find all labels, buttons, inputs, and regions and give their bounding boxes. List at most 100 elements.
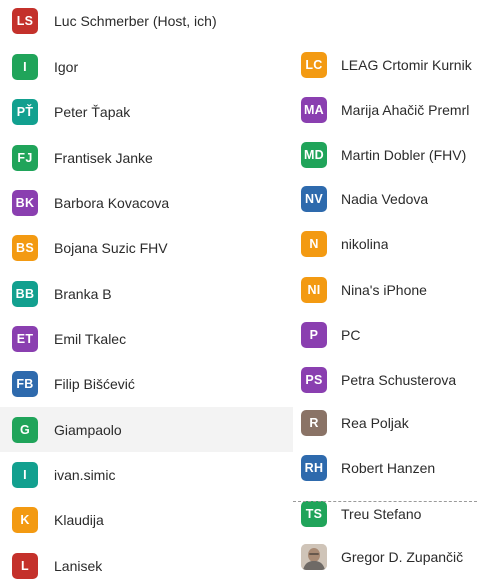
participant-name: Luc Schmerber (Host, ich) bbox=[54, 12, 217, 29]
avatar-initials-text: BS bbox=[16, 240, 34, 255]
avatar-initials-text: NV bbox=[305, 191, 323, 206]
participant-name: Lanisek bbox=[54, 557, 103, 574]
participant-row-branka-b[interactable]: BB Branka B bbox=[0, 271, 293, 316]
avatar-initials-text: ET bbox=[16, 331, 34, 346]
list-divider bbox=[293, 501, 477, 502]
avatar-initials: BS bbox=[12, 234, 38, 261]
avatar-initials-text: MD bbox=[303, 147, 325, 162]
participant-row-nina-s-iphone[interactable]: NI Nina's iPhone bbox=[293, 267, 477, 312]
participant-row-petra-schusterova[interactable]: PS Petra Schusterova bbox=[293, 357, 477, 402]
participant-row-rea-poljak[interactable]: R Rea Poljak bbox=[293, 400, 477, 445]
participant-row-leag-crtomir-kurnik[interactable]: LC LEAG Crtomir Kurnik bbox=[293, 42, 477, 87]
participant-row-ivan-simic[interactable]: Iivan.simic bbox=[0, 452, 293, 497]
avatar-initials-text: FJ bbox=[17, 150, 33, 165]
participant-name: Filip Bišćević bbox=[54, 375, 135, 392]
participant-name: Nina's iPhone bbox=[341, 281, 427, 298]
participant-name: Branka B bbox=[54, 285, 112, 302]
person-photo-icon bbox=[301, 543, 327, 570]
avatar-initials: P bbox=[301, 321, 327, 348]
participant-name: ivan.simic bbox=[54, 466, 116, 483]
participant-name: Marija Ahačič Premrl bbox=[341, 101, 470, 118]
avatar-initials-text: LS bbox=[16, 13, 34, 28]
avatar-initials: BK bbox=[12, 189, 38, 216]
participant-row-martin-dobler-fhv[interactable]: MD Martin Dobler (FHV) bbox=[293, 132, 477, 177]
avatar-initials-text: TS bbox=[305, 506, 323, 521]
participant-name: Nadia Vedova bbox=[341, 190, 429, 207]
avatar-initials: NI bbox=[301, 276, 327, 303]
avatar-initials: LS bbox=[12, 7, 38, 34]
participant-row-bojana-suzic-fhv[interactable]: BS Bojana Suzic FHV bbox=[0, 225, 293, 270]
participant-row-emil-tkalec[interactable]: ET Emil Tkalec bbox=[0, 316, 293, 361]
avatar-initials: FJ bbox=[12, 144, 38, 171]
avatar-initials: N bbox=[301, 230, 327, 257]
participant-name: Robert Hanzen bbox=[341, 459, 436, 476]
participant-name: Emil Tkalec bbox=[54, 330, 127, 347]
participant-row-nikolina[interactable]: Nnikolina bbox=[293, 221, 477, 266]
avatar-initials: K bbox=[12, 506, 38, 533]
participant-name: PC bbox=[341, 326, 361, 343]
avatar-initials: L bbox=[12, 552, 38, 579]
avatar-initials-text: R bbox=[309, 415, 319, 430]
avatar-initials-text: FB bbox=[16, 376, 34, 391]
avatar-initials-text: G bbox=[19, 422, 31, 437]
avatar-initials: ET bbox=[12, 325, 38, 352]
participant-name: LEAG Crtomir Kurnik bbox=[341, 56, 472, 73]
avatar-initials: BB bbox=[12, 280, 38, 307]
participant-name: Bojana Suzic FHV bbox=[54, 239, 168, 256]
avatar-initials-text: N bbox=[309, 236, 319, 251]
avatar-initials: TS bbox=[301, 500, 327, 527]
avatar-initials-text: LC bbox=[305, 57, 323, 72]
avatar-initials-text: PŤ bbox=[16, 104, 34, 119]
participant-row-treu-stefano[interactable]: TS Treu Stefano bbox=[293, 491, 477, 536]
avatar-initials: LC bbox=[301, 51, 327, 78]
participant-row-robert-hanzen[interactable]: RH Robert Hanzen bbox=[293, 445, 477, 490]
participant-row-gregor-d-zupancic[interactable]: Gregor D. Zupančič bbox=[293, 534, 477, 579]
avatar-initials-text: BK bbox=[15, 195, 35, 210]
participant-name: Gregor D. Zupančič bbox=[341, 548, 464, 565]
avatar-initials: PŤ bbox=[12, 98, 38, 125]
avatar-initials-text: NI bbox=[307, 282, 321, 297]
avatar-initials-text: PS bbox=[305, 372, 323, 387]
avatar-initials-text: RH bbox=[304, 460, 324, 475]
avatar-initials-text: K bbox=[20, 512, 30, 527]
avatar-initials: G bbox=[12, 416, 38, 443]
participant-row-marija-ahacic-premrl[interactable]: MA Marija Ahačič Premrl bbox=[293, 87, 477, 132]
participant-row-klaudija[interactable]: K Klaudija bbox=[0, 497, 293, 542]
avatar-initials: R bbox=[301, 409, 327, 436]
participant-row-nadia-vedova[interactable]: NV Nadia Vedova bbox=[293, 176, 477, 221]
participant-name: Peter Ťapak bbox=[54, 103, 131, 120]
avatar-initials: RH bbox=[301, 454, 327, 481]
participant-name: nikolina bbox=[341, 235, 389, 252]
avatar-initials: PS bbox=[301, 366, 327, 393]
participant-name: Treu Stefano bbox=[341, 505, 422, 522]
participant-name: Barbora Kovacova bbox=[54, 194, 170, 211]
avatar-initials-text: MA bbox=[303, 102, 325, 117]
avatar-initials-text: I bbox=[23, 467, 27, 482]
avatar-initials-text: P bbox=[309, 327, 319, 342]
participant-row-peter-tapak[interactable]: PŤ Peter Ťapak bbox=[0, 89, 293, 134]
participant-name: Rea Poljak bbox=[341, 414, 409, 431]
participant-row-lanisek[interactable]: L Lanisek bbox=[0, 543, 293, 588]
avatar-initials-text: I bbox=[23, 59, 27, 74]
participant-name: Martin Dobler (FHV) bbox=[341, 146, 467, 163]
participant-name: Igor bbox=[54, 58, 79, 75]
participant-row-barbora-kovacova[interactable]: BK Barbora Kovacova bbox=[0, 180, 293, 225]
avatar-initials: FB bbox=[12, 370, 38, 397]
participant-name: Frantisek Janke bbox=[54, 149, 153, 166]
participant-name: Giampaolo bbox=[54, 421, 122, 438]
avatar-photo bbox=[301, 543, 327, 570]
avatar-initials: NV bbox=[301, 185, 327, 212]
avatar-initials-text: L bbox=[21, 558, 29, 573]
participant-row-frantisek-janke[interactable]: FJ Frantisek Janke bbox=[0, 135, 293, 180]
participant-row-igor[interactable]: I Igor bbox=[0, 44, 293, 89]
participant-row-giampaolo[interactable]: G Giampaolo bbox=[0, 407, 293, 452]
avatar-initials: I bbox=[12, 53, 38, 80]
participant-row-luc-schmerber-host-ich[interactable]: LS Luc Schmerber (Host, ich) bbox=[0, 0, 293, 43]
participant-row-pc[interactable]: P PC bbox=[293, 312, 477, 357]
avatar-initials: MD bbox=[301, 141, 327, 168]
participant-name: Petra Schusterova bbox=[341, 371, 457, 388]
avatar-initials: MA bbox=[301, 96, 327, 123]
participant-row-filip-biscevic[interactable]: FB Filip Bišćević bbox=[0, 361, 293, 406]
participant-name: Klaudija bbox=[54, 511, 104, 528]
avatar-initials-text: BB bbox=[15, 286, 35, 301]
